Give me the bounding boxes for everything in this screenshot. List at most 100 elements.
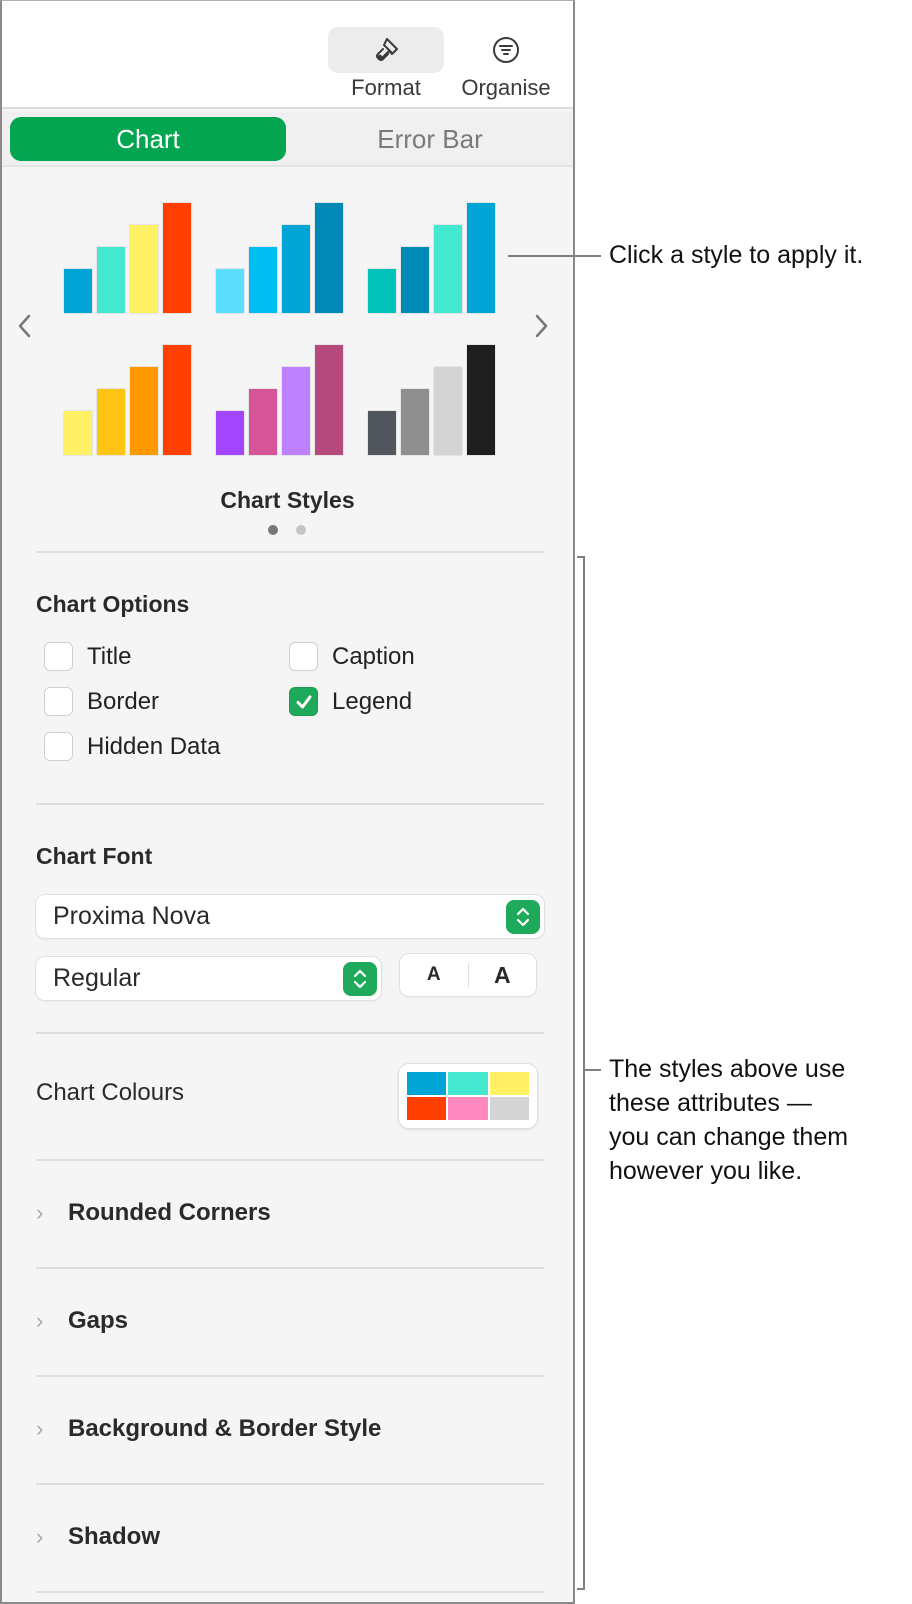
disclosure-label: Rounded Corners — [68, 1199, 271, 1226]
divider — [36, 1591, 544, 1593]
colour-swatch — [407, 1097, 447, 1120]
border-checkbox[interactable]: Border — [44, 687, 159, 716]
legend-checkbox[interactable]: Legend — [289, 687, 412, 716]
stepper-icon — [343, 961, 377, 996]
style-bar — [64, 411, 92, 455]
font-family-select[interactable]: Proxima Nova — [36, 895, 544, 938]
style-bar — [467, 345, 495, 455]
chevron-right-icon: › — [36, 1308, 44, 1333]
rounded-corners-disclosure[interactable]: › Rounded Corners — [36, 1199, 271, 1227]
stepper-icon — [506, 899, 540, 934]
callout-bracket-tick — [585, 1069, 601, 1071]
style-bar — [282, 367, 310, 455]
checkbox-label: Caption — [332, 642, 415, 670]
callout-line: however you like. — [609, 1157, 803, 1185]
style-bar — [64, 269, 92, 313]
colour-swatch — [448, 1072, 488, 1095]
background-border-style-disclosure[interactable]: › Background & Border Style — [36, 1415, 381, 1443]
colour-swatch — [489, 1097, 529, 1120]
page-dot-2[interactable] — [296, 525, 306, 535]
chart-style-thumbnail[interactable] — [368, 337, 508, 455]
organise-button[interactable]: Organise — [448, 27, 564, 105]
decrease-font-size-button[interactable]: A — [400, 964, 468, 986]
style-bar — [249, 389, 277, 455]
style-bar — [130, 225, 158, 313]
divider — [36, 1483, 544, 1485]
tab-error-bar[interactable]: Error Bar — [292, 117, 568, 161]
callout-bracket — [583, 556, 585, 1590]
callout-bracket-bottom — [577, 1588, 585, 1590]
style-bar — [97, 389, 125, 455]
sort-lines-circle-icon — [493, 37, 519, 63]
callout-line: The styles above use — [609, 1055, 846, 1083]
checkbox-box[interactable] — [289, 642, 318, 671]
chart-options-title: Chart Options — [36, 591, 190, 617]
style-bar — [130, 367, 158, 455]
paintbrush-icon — [376, 38, 398, 61]
chart-colours-label: Chart Colours — [36, 1079, 185, 1106]
disclosure-label: Background & Border Style — [68, 1415, 382, 1442]
callout-leader-line — [508, 255, 601, 257]
gaps-disclosure[interactable]: › Gaps — [36, 1307, 128, 1335]
chevron-right-icon: › — [36, 1524, 44, 1549]
style-bar — [249, 247, 277, 313]
colour-swatch — [407, 1072, 447, 1095]
style-bar — [216, 269, 244, 313]
chevron-right-icon: › — [36, 1200, 44, 1225]
colour-swatch — [448, 1097, 488, 1120]
callout-bracket-top — [577, 556, 585, 558]
font-style-select[interactable]: Regular — [36, 957, 381, 1000]
style-bar — [163, 345, 191, 455]
style-bar — [315, 345, 343, 455]
checkbox-box[interactable] — [44, 642, 73, 671]
chart-style-thumbnail[interactable] — [216, 337, 356, 455]
checkbox-box[interactable] — [44, 732, 73, 761]
chart-style-thumbnail[interactable] — [64, 195, 204, 313]
chart-style-thumbnail[interactable] — [368, 195, 508, 313]
hidden-data-checkbox[interactable]: Hidden Data — [44, 732, 220, 761]
divider — [36, 803, 544, 805]
checkbox-label: Hidden Data — [87, 732, 221, 760]
format-button[interactable]: Format — [328, 27, 444, 105]
checkbox-label: Border — [87, 687, 160, 715]
increase-font-size-button[interactable]: A — [469, 962, 537, 989]
tab-chart[interactable]: Chart — [10, 117, 286, 161]
checkmark-icon — [296, 695, 311, 708]
colour-swatch — [489, 1072, 529, 1095]
page-indicator — [268, 525, 306, 535]
divider — [36, 1375, 544, 1377]
divider — [36, 1159, 544, 1161]
style-bar — [163, 203, 191, 313]
callout-click-style: Click a style to apply it. — [609, 241, 864, 269]
callout-line: these attributes — — [609, 1089, 812, 1117]
format-label: Format — [351, 75, 421, 100]
chevron-right-icon: › — [36, 1416, 44, 1441]
title-checkbox[interactable]: Title — [44, 642, 131, 671]
checkbox-box[interactable] — [44, 687, 73, 716]
disclosure-label: Gaps — [68, 1307, 129, 1334]
checkbox-box[interactable] — [289, 687, 318, 716]
chart-colours-well[interactable] — [399, 1064, 537, 1128]
chart-style-thumbnail[interactable] — [64, 337, 204, 455]
chevron-left-icon[interactable] — [16, 313, 34, 339]
style-bar — [368, 411, 396, 455]
organise-label: Organise — [461, 75, 551, 100]
callout-attributes: The styles above use these attributes — … — [609, 1052, 848, 1188]
style-bar — [368, 269, 396, 313]
inspector-tabs: Chart Error Bar — [2, 111, 573, 167]
chevron-right-icon[interactable] — [532, 313, 550, 339]
style-bar — [401, 247, 429, 313]
style-bar — [282, 225, 310, 313]
shadow-disclosure[interactable]: › Shadow — [36, 1523, 160, 1551]
font-size-buttons: A A — [400, 954, 536, 996]
chart-style-thumbnail[interactable] — [216, 195, 356, 313]
style-bar — [434, 367, 462, 455]
chart-font-title: Chart Font — [36, 843, 153, 869]
style-bar — [434, 225, 462, 313]
chart-styles-label: Chart Styles — [220, 487, 355, 513]
checkbox-label: Title — [87, 642, 132, 670]
divider — [36, 1032, 544, 1034]
callout-line: you can change them — [609, 1123, 849, 1151]
page-dot-1[interactable] — [268, 525, 278, 535]
caption-checkbox[interactable]: Caption — [289, 642, 415, 671]
